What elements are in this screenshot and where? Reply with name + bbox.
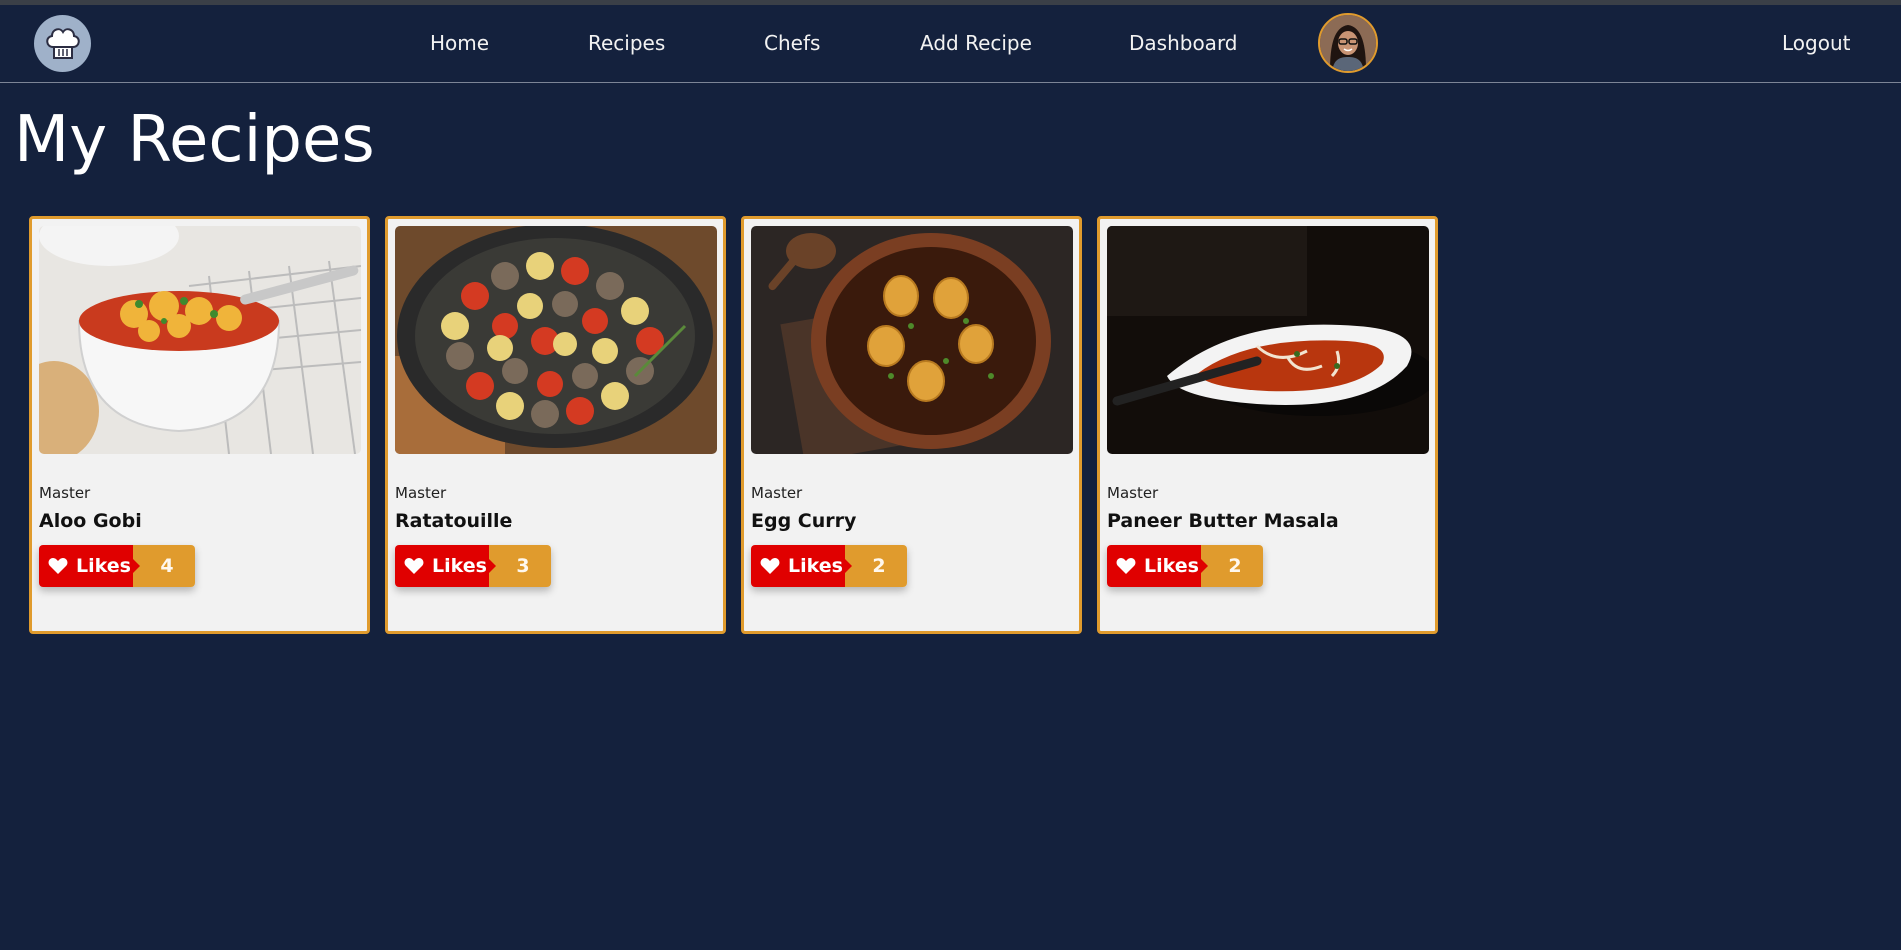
heart-icon [760,558,780,574]
likes-count: 4 [133,545,195,587]
recipe-title[interactable]: Paneer Butter Masala [1107,510,1339,532]
nav-home[interactable]: Home [430,31,489,55]
page-title: My Recipes [14,103,375,177]
user-avatar[interactable] [1318,13,1378,73]
like-button[interactable]: Likes 2 [751,545,907,587]
likes-label-box[interactable]: Likes [1107,545,1208,587]
recipe-card[interactable]: Master Aloo Gobi Likes 4 [29,216,370,634]
recipe-category: Master [751,484,803,502]
like-button[interactable]: Likes 3 [395,545,551,587]
likes-label: Likes [1144,555,1199,577]
recipe-image[interactable] [751,226,1073,454]
likes-count: 3 [489,545,551,587]
likes-count: 2 [845,545,907,587]
likes-count: 2 [1201,545,1263,587]
nav-dashboard[interactable]: Dashboard [1129,31,1238,55]
recipe-title[interactable]: Aloo Gobi [39,510,142,532]
nav-add-recipe[interactable]: Add Recipe [920,31,1032,55]
heart-icon [404,558,424,574]
recipe-category: Master [39,484,91,502]
likes-label: Likes [76,555,131,577]
recipe-card[interactable]: Master Egg Curry Likes 2 [741,216,1082,634]
recipe-card[interactable]: Master Ratatouille Likes 3 [385,216,726,634]
like-button[interactable]: Likes 2 [1107,545,1263,587]
likes-label: Likes [432,555,487,577]
recipe-image[interactable] [395,226,717,454]
navbar: Home Recipes Chefs Add Recipe Dashboard … [0,5,1901,83]
likes-label-box[interactable]: Likes [751,545,852,587]
recipe-image[interactable] [39,226,361,454]
recipe-card[interactable]: Master Paneer Butter Masala Likes 2 [1097,216,1438,634]
likes-label-box[interactable]: Likes [39,545,140,587]
nav-recipes[interactable]: Recipes [588,31,665,55]
heart-icon [1116,558,1136,574]
logout-link[interactable]: Logout [1782,31,1850,55]
recipe-title[interactable]: Ratatouille [395,510,512,532]
nav-chefs[interactable]: Chefs [764,31,820,55]
chef-hat-icon[interactable] [34,15,91,72]
recipe-image[interactable] [1107,226,1429,454]
likes-label-box[interactable]: Likes [395,545,496,587]
like-button[interactable]: Likes 4 [39,545,195,587]
heart-icon [48,558,68,574]
recipe-title[interactable]: Egg Curry [751,510,856,532]
likes-label: Likes [788,555,843,577]
recipe-category: Master [395,484,447,502]
recipe-category: Master [1107,484,1159,502]
